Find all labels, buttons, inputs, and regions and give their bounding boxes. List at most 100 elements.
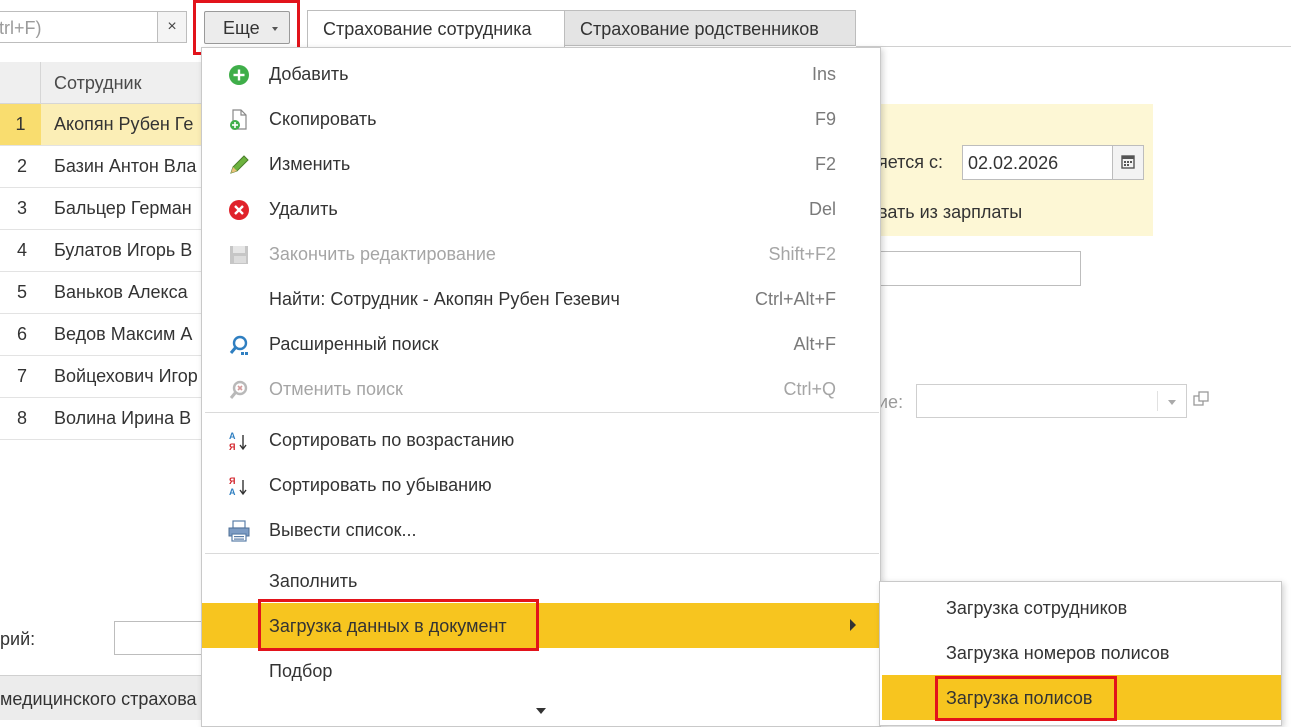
row-number: 2 [17, 156, 28, 176]
employee-name: Акопян Рубен Ге [54, 114, 194, 134]
menu-item-find[interactable]: Найти: Сотрудник - Акопян Рубен Гезевич … [202, 276, 880, 321]
row-number: 4 [17, 240, 28, 260]
employee-name: Ваньков Алекса [54, 282, 188, 302]
menu-item-fill[interactable]: Заполнить [202, 558, 880, 603]
employee-name: Войцехович Игор [54, 366, 198, 386]
table-header: Сотрудник [0, 62, 205, 104]
submenu-item-label: Загрузка номеров полисов [946, 643, 1170, 663]
menu-item-finish-editing[interactable]: Закончить редактирование Shift+F2 [202, 231, 880, 276]
tab-relatives-insurance[interactable]: Страхование родственников [564, 10, 856, 46]
menu-item-selection[interactable]: Подбор [202, 648, 880, 693]
table-row[interactable]: 7 Войцехович Игор [0, 356, 205, 398]
svg-text:А: А [229, 487, 236, 497]
calendar-button[interactable] [1112, 145, 1144, 180]
employee-name: Бальцер Герман [54, 198, 192, 218]
table-row[interactable]: 3 Бальцер Герман [0, 188, 205, 230]
row-number: 3 [17, 198, 28, 218]
menu-item-shortcut: Shift+F2 [768, 244, 836, 264]
tab-employee-insurance[interactable]: Страхование сотрудника [307, 10, 565, 47]
menu-item-shortcut: Del [808, 199, 836, 219]
tab-divider [856, 46, 1291, 47]
row-number: 5 [17, 282, 28, 302]
save-icon [230, 246, 248, 264]
employee-name: Ведов Максим А [54, 324, 193, 344]
delete-icon [229, 200, 249, 220]
number-column-header [0, 62, 41, 103]
svg-text:Я: Я [229, 476, 235, 486]
table-row[interactable]: 8 Волина Ирина В [0, 398, 205, 440]
menu-item-label: Закончить редактирование [269, 244, 496, 264]
start-date-field[interactable]: 02.02.2026 [962, 145, 1113, 180]
row-number: 1 [0, 104, 41, 145]
menu-item-shortcut: Alt+F [793, 334, 836, 354]
search-icon [229, 335, 248, 355]
table-row[interactable]: 1 Акопян Рубен Ге [0, 104, 205, 146]
submenu-item-label: Загрузка сотрудников [946, 598, 1128, 618]
menu-item-label: Удалить [269, 199, 338, 219]
menu-item-shortcut: F9 [814, 109, 836, 129]
insurer-label: ие: [878, 392, 904, 412]
table-row[interactable]: 4 Булатов Игорь В [0, 230, 205, 272]
menu-item-label: Добавить [269, 64, 349, 84]
submenu-item-load-employees[interactable]: Загрузка сотрудников [880, 585, 1281, 630]
menu-item-cancel-search[interactable]: Отменить поиск Ctrl+Q [202, 366, 880, 411]
menu-item-label: Найти: Сотрудник - Акопян Рубен Гезевич [269, 289, 620, 309]
menu-item-sort-descending[interactable]: ЯА Сортировать по убыванию [202, 462, 880, 507]
tab-label: Страхование родственников [580, 19, 819, 39]
submenu-arrow-icon [850, 619, 856, 631]
tab-label: Страхование сотрудника [323, 19, 532, 39]
menu-separator [205, 553, 879, 554]
search-input[interactable]: trl+F) [0, 11, 158, 43]
status-bar: медицинского страхова [0, 675, 205, 720]
menu-item-shortcut: Ctrl+Q [783, 379, 836, 399]
menu-item-label: Отменить поиск [269, 379, 403, 399]
calendar-icon [1121, 155, 1135, 169]
employee-column-header[interactable]: Сотрудник [54, 73, 141, 94]
text-field[interactable] [878, 251, 1081, 286]
menu-item-advanced-search[interactable]: Расширенный поиск Alt+F [202, 321, 880, 366]
insurer-select[interactable] [916, 384, 1187, 418]
menu-item-copy[interactable]: Скопировать F9 [202, 96, 880, 141]
submenu-item-load-policy-numbers[interactable]: Загрузка номеров полисов [880, 630, 1281, 675]
menu-item-add[interactable]: Добавить Ins [202, 51, 880, 96]
row-number: 7 [17, 366, 28, 386]
menu-item-label: Заполнить [269, 571, 358, 591]
load-policies-highlight [935, 676, 1117, 721]
select-divider [1157, 391, 1158, 411]
copy-icon [230, 109, 247, 130]
menu-item-label: Изменить [269, 154, 351, 174]
comment-field[interactable] [114, 621, 206, 655]
comment-label: рий: [0, 629, 36, 649]
deduct-from-salary-label: вать из зарплаты [878, 202, 1023, 222]
table-row[interactable]: 5 Ваньков Алекса [0, 272, 205, 314]
menu-item-edit[interactable]: Изменить F2 [202, 141, 880, 186]
svg-text:Я: Я [229, 442, 235, 452]
row-number: 6 [17, 324, 28, 344]
start-date-value: 02.02.2026 [968, 153, 1059, 173]
menu-item-delete[interactable]: Удалить Del [202, 186, 880, 231]
table-row[interactable]: 2 Базин Антон Вла [0, 146, 205, 188]
sort-desc-icon: ЯА [229, 476, 247, 497]
menu-item-label: Подбор [269, 661, 333, 681]
start-date-label: яется с: [878, 152, 943, 172]
sort-asc-icon: АЯ [229, 431, 247, 452]
search-clear-button[interactable]: × [157, 11, 187, 43]
menu-item-label: Вывести список... [269, 520, 417, 540]
table-row[interactable]: 6 Ведов Максим А [0, 314, 205, 356]
cancel-search-icon [229, 380, 248, 399]
menu-item-output-list[interactable]: Вывести список... [202, 507, 880, 552]
open-icon[interactable] [1192, 390, 1210, 408]
svg-text:А: А [229, 431, 236, 441]
menu-item-label: Сортировать по возрастанию [269, 430, 515, 450]
menu-item-label: Скопировать [269, 109, 377, 129]
menu-item-label: Сортировать по убыванию [269, 475, 492, 495]
menu-item-shortcut: Ins [811, 64, 836, 84]
employee-name: Базин Антон Вла [54, 156, 197, 176]
employee-name: Волина Ирина В [54, 408, 192, 428]
menu-item-sort-ascending[interactable]: АЯ Сортировать по возрастанию [202, 417, 880, 462]
menu-separator [205, 412, 879, 413]
chevron-down-icon[interactable] [1168, 400, 1176, 405]
menu-item-shortcut: Ctrl+Alt+F [754, 289, 836, 309]
scroll-down-icon[interactable] [536, 708, 546, 714]
row-number: 8 [17, 408, 28, 428]
